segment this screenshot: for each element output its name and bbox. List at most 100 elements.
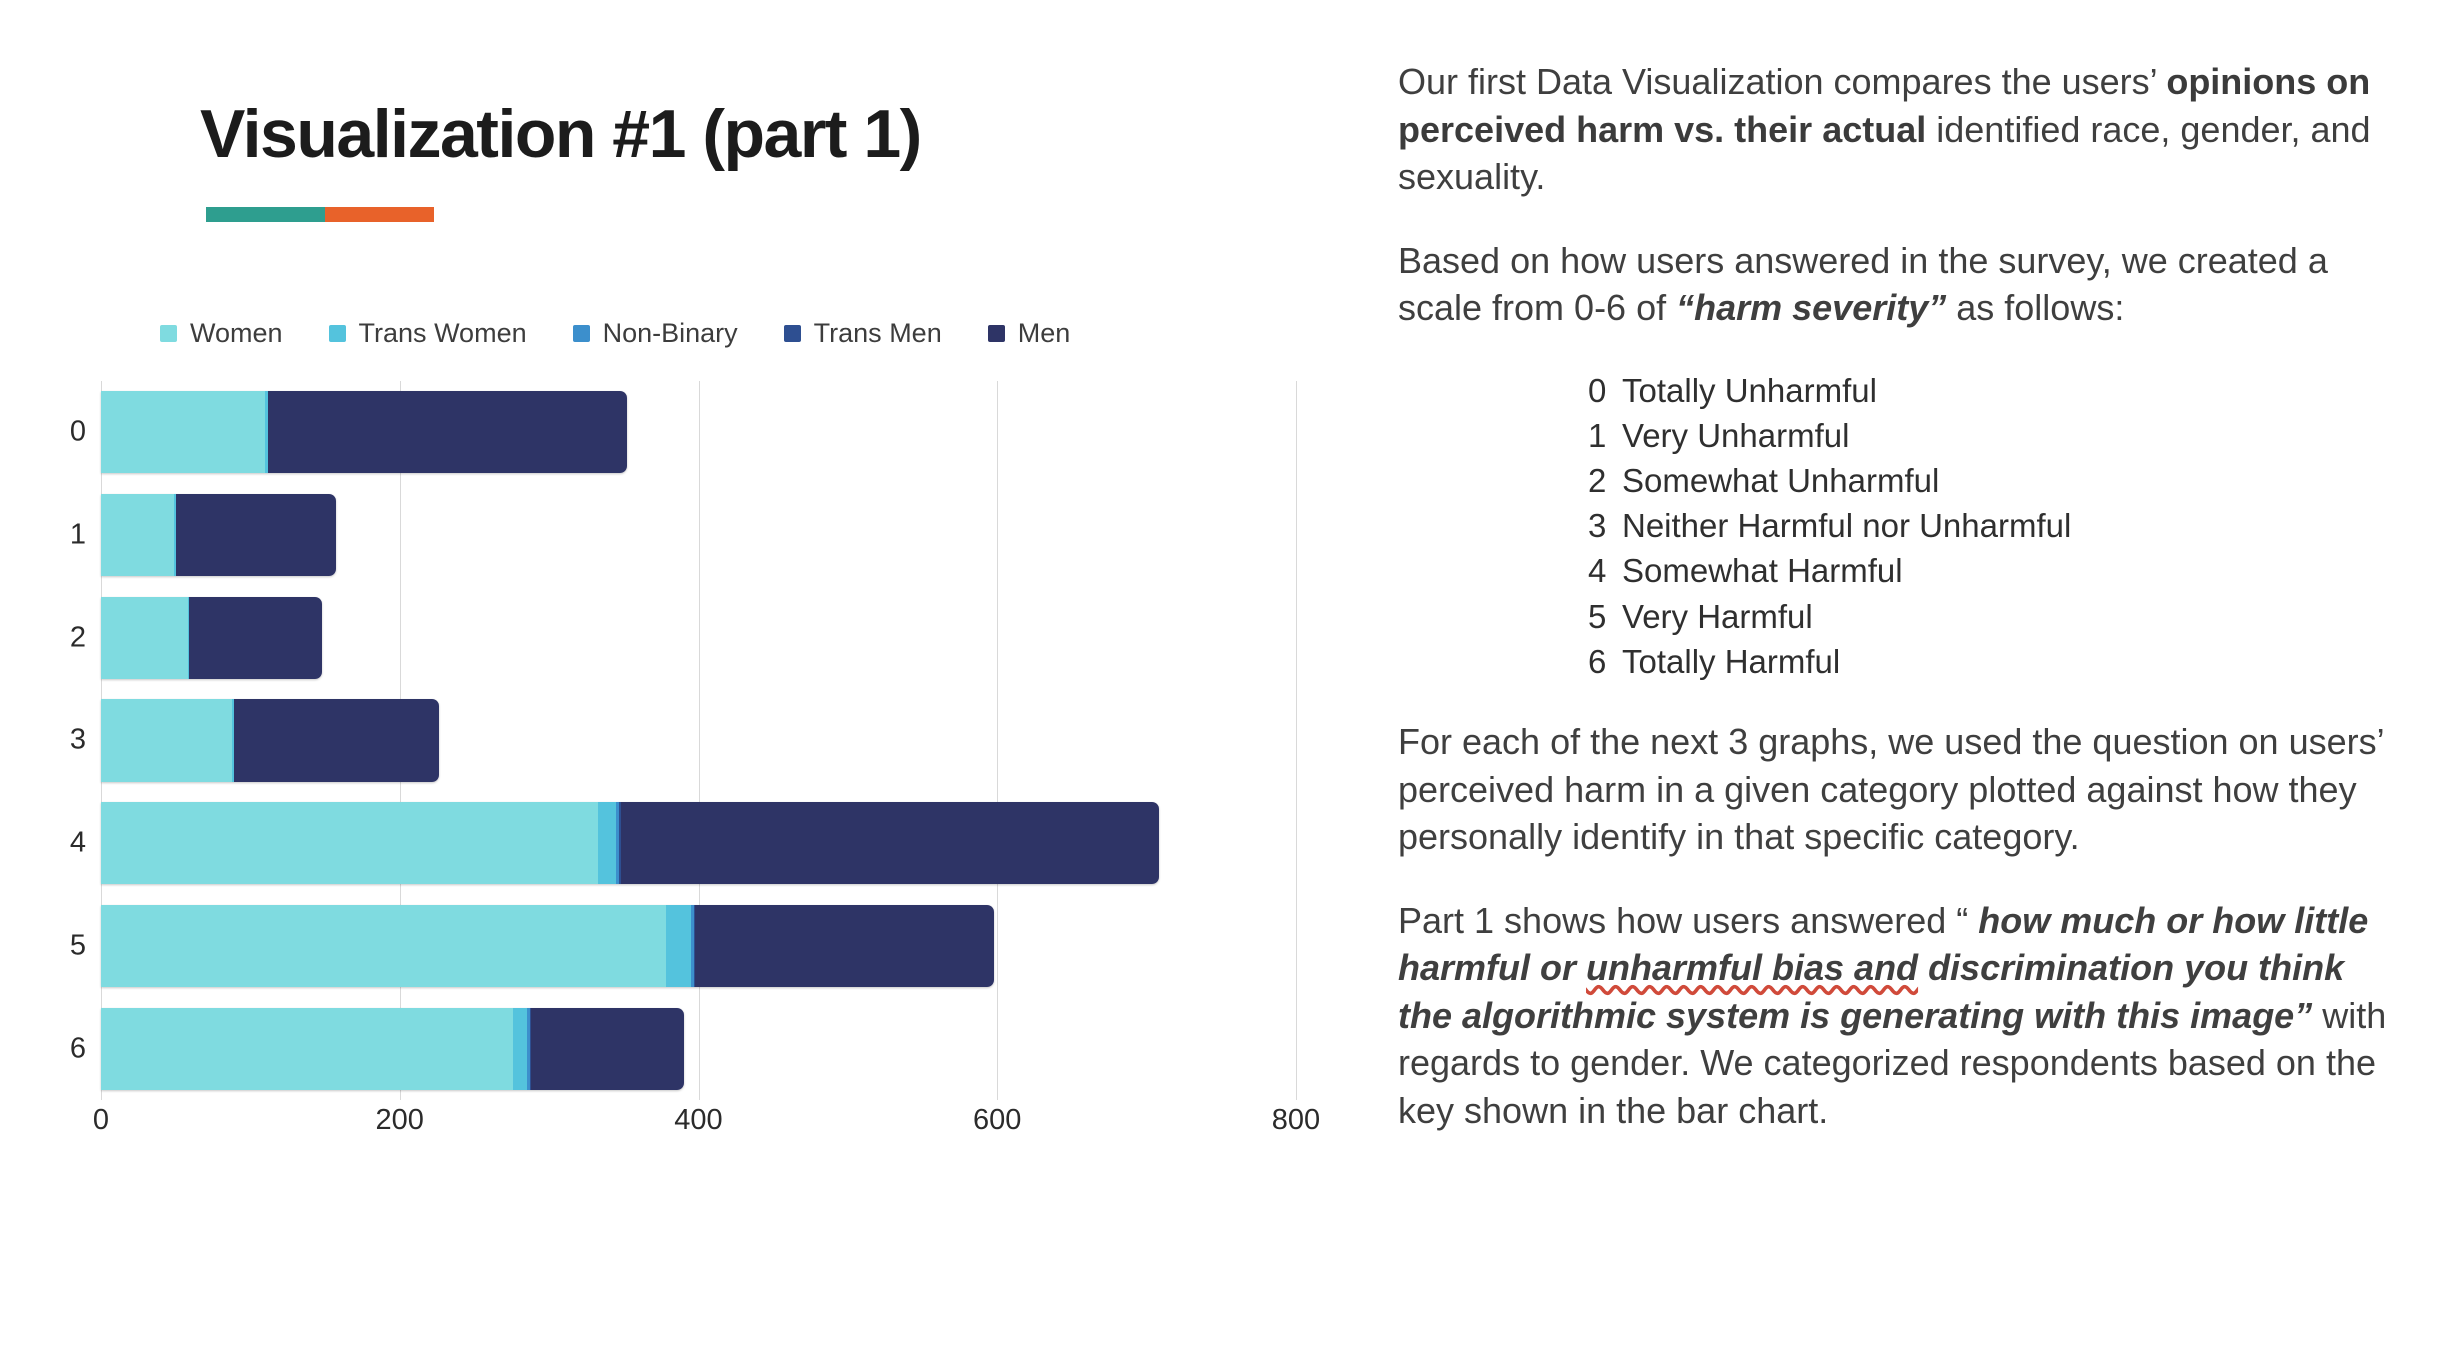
scale-item-label: Totally Harmful bbox=[1622, 642, 1841, 680]
scale-list-item: 3 Neither Harmful nor Unharmful bbox=[1588, 503, 2408, 548]
bar-segment-men[interactable] bbox=[233, 699, 439, 782]
y-axis-tick-1: 1 bbox=[69, 518, 86, 551]
part1-text-lead: Part 1 shows how users answered “ bbox=[1398, 899, 1979, 941]
scale-item-label: Neither Harmful nor Unharmful bbox=[1622, 507, 2072, 545]
y-axis-tick-5: 5 bbox=[69, 929, 86, 962]
x-axis-tick-600: 600 bbox=[973, 1104, 1022, 1136]
bar-segment-women[interactable] bbox=[101, 699, 233, 782]
scale-list-item: 4 Somewhat Harmful bbox=[1588, 548, 2408, 593]
stacked-bar-3[interactable] bbox=[101, 699, 439, 782]
bar-segment-trans-women[interactable] bbox=[513, 1007, 527, 1090]
scale-item-label: Very Unharmful bbox=[1622, 416, 1850, 454]
chart-plot-area: 0 1 2 3 4 5 6 bbox=[70, 381, 1297, 1100]
legend-item-men[interactable]: Men bbox=[987, 318, 1071, 349]
harm-severity-scale-list: 0 Totally Unharmful 1 Very Unharmful 2 Somewh… bbox=[1588, 368, 2408, 684]
chart-row: 2 bbox=[70, 596, 1296, 679]
scale-item-number: 4 bbox=[1588, 552, 1607, 590]
bar-segment-women[interactable] bbox=[101, 493, 175, 577]
stacked-bar-1[interactable] bbox=[101, 493, 336, 577]
paragraph-method: For each of the next 3 graphs, we used t… bbox=[1398, 721, 2384, 858]
scale-list-item: 2 Somewhat Unharmful bbox=[1588, 458, 2408, 503]
legend-swatch-icon bbox=[987, 325, 1005, 342]
scale-item-label: Totally Unharmful bbox=[1622, 371, 1877, 409]
legend-swatch-icon bbox=[160, 325, 177, 342]
y-axis-tick-3: 3 bbox=[69, 723, 86, 756]
legend-label: Trans Men bbox=[813, 318, 942, 348]
intro-text-part-1: Our first Data Visualization compares th… bbox=[1398, 61, 2167, 102]
scale-list-item: 1 Very Unharmful bbox=[1588, 413, 2408, 458]
scale-item-label: Somewhat Harmful bbox=[1622, 552, 1903, 590]
legend-label: Non-Binary bbox=[602, 318, 738, 348]
legend-label: Men bbox=[1017, 318, 1071, 348]
gridline-800 bbox=[1296, 381, 1297, 1100]
chart-row: 0 bbox=[70, 391, 1296, 474]
stacked-bar-5[interactable] bbox=[101, 904, 995, 987]
title-underline-rule bbox=[206, 207, 434, 222]
bar-segment-women[interactable] bbox=[101, 391, 266, 474]
rule-segment-teal bbox=[206, 207, 325, 222]
scale-item-number: 5 bbox=[1588, 597, 1607, 635]
x-axis-tick-400: 400 bbox=[674, 1104, 723, 1136]
scale-item-number: 2 bbox=[1588, 461, 1607, 499]
chart-x-axis: 0 200 400 600 800 bbox=[93, 1104, 1320, 1154]
y-axis-tick-6: 6 bbox=[69, 1032, 86, 1065]
bar-segment-men[interactable] bbox=[268, 391, 627, 474]
y-axis-tick-4: 4 bbox=[69, 826, 86, 859]
stacked-bar-2[interactable] bbox=[101, 596, 323, 679]
legend-swatch-icon bbox=[328, 325, 346, 342]
scale-item-number: 3 bbox=[1588, 507, 1607, 545]
stacked-bar-6[interactable] bbox=[101, 1007, 684, 1090]
scale-list-item: 0 Totally Unharmful bbox=[1588, 368, 2408, 413]
chart-row: 1 bbox=[70, 493, 1296, 577]
paragraph-part1-detail: Part 1 shows how users answered “ how mu… bbox=[1398, 897, 2408, 1135]
bar-segment-men[interactable] bbox=[531, 1007, 684, 1090]
bar-segment-women[interactable] bbox=[101, 802, 599, 885]
chart-legend: Women Trans Women Non-Binary Trans Men Men bbox=[160, 318, 1116, 349]
scale-item-number: 0 bbox=[1588, 371, 1607, 409]
chart-panel: Visualization #1 (part 1) Women Trans Wom… bbox=[0, 0, 1380, 1366]
chart-row: 3 bbox=[70, 699, 1296, 782]
scale-list-item: 6 Totally Harmful bbox=[1588, 639, 2408, 684]
harm-severity-emphasis: “harm severity” bbox=[1676, 287, 1947, 329]
bar-segment-trans-women[interactable] bbox=[598, 802, 617, 885]
x-axis-tick-800: 800 bbox=[1271, 1104, 1321, 1136]
rule-segment-orange bbox=[324, 207, 434, 222]
scale-item-number: 1 bbox=[1588, 416, 1607, 454]
explanatory-text-panel: Our first Data Visualization compares th… bbox=[1398, 58, 2408, 1170]
bar-segment-trans-women[interactable] bbox=[665, 904, 692, 987]
bar-segment-men[interactable] bbox=[189, 596, 323, 679]
scale-list-item: 5 Very Harmful bbox=[1588, 594, 2408, 639]
page-title: Visualization #1 (part 1) bbox=[200, 96, 922, 172]
legend-swatch-icon bbox=[783, 325, 801, 342]
survey-question-quote-spellcheck: unharmful bias and bbox=[1586, 947, 1919, 989]
bar-segment-women[interactable] bbox=[101, 904, 666, 987]
legend-label: Trans Women bbox=[358, 318, 527, 348]
bar-segment-men[interactable] bbox=[695, 904, 995, 987]
stacked-bar-0[interactable] bbox=[101, 391, 627, 474]
legend-item-women[interactable]: Women bbox=[160, 318, 283, 349]
y-axis-tick-2: 2 bbox=[69, 621, 86, 654]
scale-item-number: 6 bbox=[1588, 642, 1607, 680]
chart-row: 6 bbox=[70, 1007, 1296, 1090]
legend-label: Women bbox=[190, 318, 283, 348]
y-axis-tick-0: 0 bbox=[69, 415, 86, 448]
legend-swatch-icon bbox=[572, 325, 590, 342]
x-axis-tick-200: 200 bbox=[375, 1104, 424, 1136]
bar-segment-men[interactable] bbox=[620, 802, 1159, 885]
chart-row: 5 bbox=[70, 904, 1296, 987]
chart-row: 4 bbox=[70, 802, 1296, 885]
legend-item-trans-men[interactable]: Trans Men bbox=[783, 318, 942, 349]
legend-item-non-binary[interactable]: Non-Binary bbox=[572, 318, 738, 349]
scale-item-label: Somewhat Unharmful bbox=[1622, 461, 1940, 499]
bar-segment-men[interactable] bbox=[175, 493, 336, 577]
paragraph-intro: Our first Data Visualization compares th… bbox=[1398, 58, 2408, 201]
paragraph-scale-intro: Based on how users answered in the surve… bbox=[1398, 237, 2408, 332]
bar-segment-women[interactable] bbox=[101, 1007, 514, 1090]
x-axis-tick-0: 0 bbox=[92, 1104, 110, 1136]
slide-root: Visualization #1 (part 1) Women Trans Wom… bbox=[0, 0, 2458, 1366]
scale-intro-part-2: as follows: bbox=[1946, 287, 2125, 329]
legend-item-trans-women[interactable]: Trans Women bbox=[328, 318, 527, 349]
scale-item-label: Very Harmful bbox=[1622, 597, 1813, 635]
stacked-bar-4[interactable] bbox=[101, 802, 1159, 885]
bar-segment-women[interactable] bbox=[101, 596, 188, 679]
